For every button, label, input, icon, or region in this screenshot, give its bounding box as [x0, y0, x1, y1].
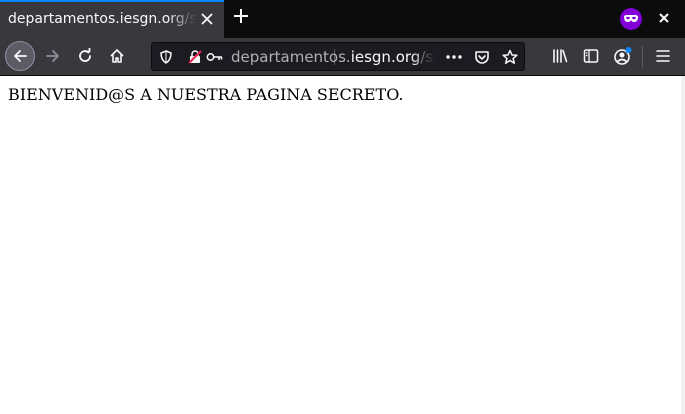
home-icon	[110, 49, 124, 63]
reload-icon	[79, 48, 91, 62]
library-icon	[553, 49, 568, 63]
new-tab-button[interactable]	[229, 6, 253, 30]
star-icon	[502, 49, 518, 64]
library-button[interactable]	[545, 41, 575, 71]
tab-title: departamentos.iesgn.org/secreto	[8, 11, 196, 27]
arrow-left-icon	[14, 50, 27, 62]
close-icon	[201, 13, 213, 25]
tab-close-button[interactable]	[197, 10, 217, 30]
page-actions-button[interactable]	[444, 47, 464, 67]
url-text[interactable]: departamentos.iesgn.org/secreto	[231, 48, 436, 66]
back-button[interactable]	[5, 41, 35, 71]
account-icon	[614, 47, 632, 65]
pocket-icon	[475, 50, 489, 64]
sidebar-button[interactable]	[576, 41, 606, 71]
private-browsing-mask-icon	[624, 15, 638, 22]
url-bar[interactable]: departamentos.iesgn.org/secreto	[151, 42, 525, 71]
reload-button[interactable]	[70, 41, 100, 71]
more-actions-icon	[446, 55, 462, 59]
toolbar-separator	[642, 46, 643, 68]
url-path: /secreto	[420, 48, 436, 66]
url-host-domain: iesgn.org	[350, 48, 421, 66]
app-menu-button[interactable]	[648, 41, 678, 71]
private-browsing-indicator	[620, 8, 642, 30]
site-security-button[interactable]	[185, 47, 205, 67]
scrollbar-track[interactable]	[681, 76, 685, 414]
forward-button[interactable]	[38, 41, 68, 71]
welcome-message: BIENVENID@S A NUESTRA PAGINA SECRETO.	[8, 85, 404, 104]
navigation-toolbar: departamentos.iesgn.org/secreto	[0, 38, 685, 76]
tab-active[interactable]: departamentos.iesgn.org/secreto	[0, 0, 224, 38]
hamburger-menu-icon	[656, 50, 670, 62]
plus-icon	[234, 9, 248, 23]
saved-logins-button[interactable]	[205, 47, 225, 67]
close-icon	[659, 13, 669, 23]
save-to-pocket-button[interactable]	[472, 47, 492, 67]
window-close-button[interactable]	[655, 9, 673, 29]
arrow-right-icon	[46, 50, 59, 62]
tracking-protection-button[interactable]	[156, 47, 176, 67]
bookmark-star-button[interactable]	[500, 47, 520, 67]
sidebar-icon	[583, 49, 599, 63]
insecure-lock-icon	[188, 50, 202, 64]
key-icon	[206, 53, 223, 61]
url-host-prefix: departamentos.	[231, 48, 351, 66]
shield-icon	[160, 50, 172, 64]
tab-strip: departamentos.iesgn.org/secreto	[0, 0, 685, 38]
account-button[interactable]	[608, 41, 638, 71]
page-content: BIENVENID@S A NUESTRA PAGINA SECRETO.	[0, 76, 685, 414]
home-button[interactable]	[102, 41, 132, 71]
